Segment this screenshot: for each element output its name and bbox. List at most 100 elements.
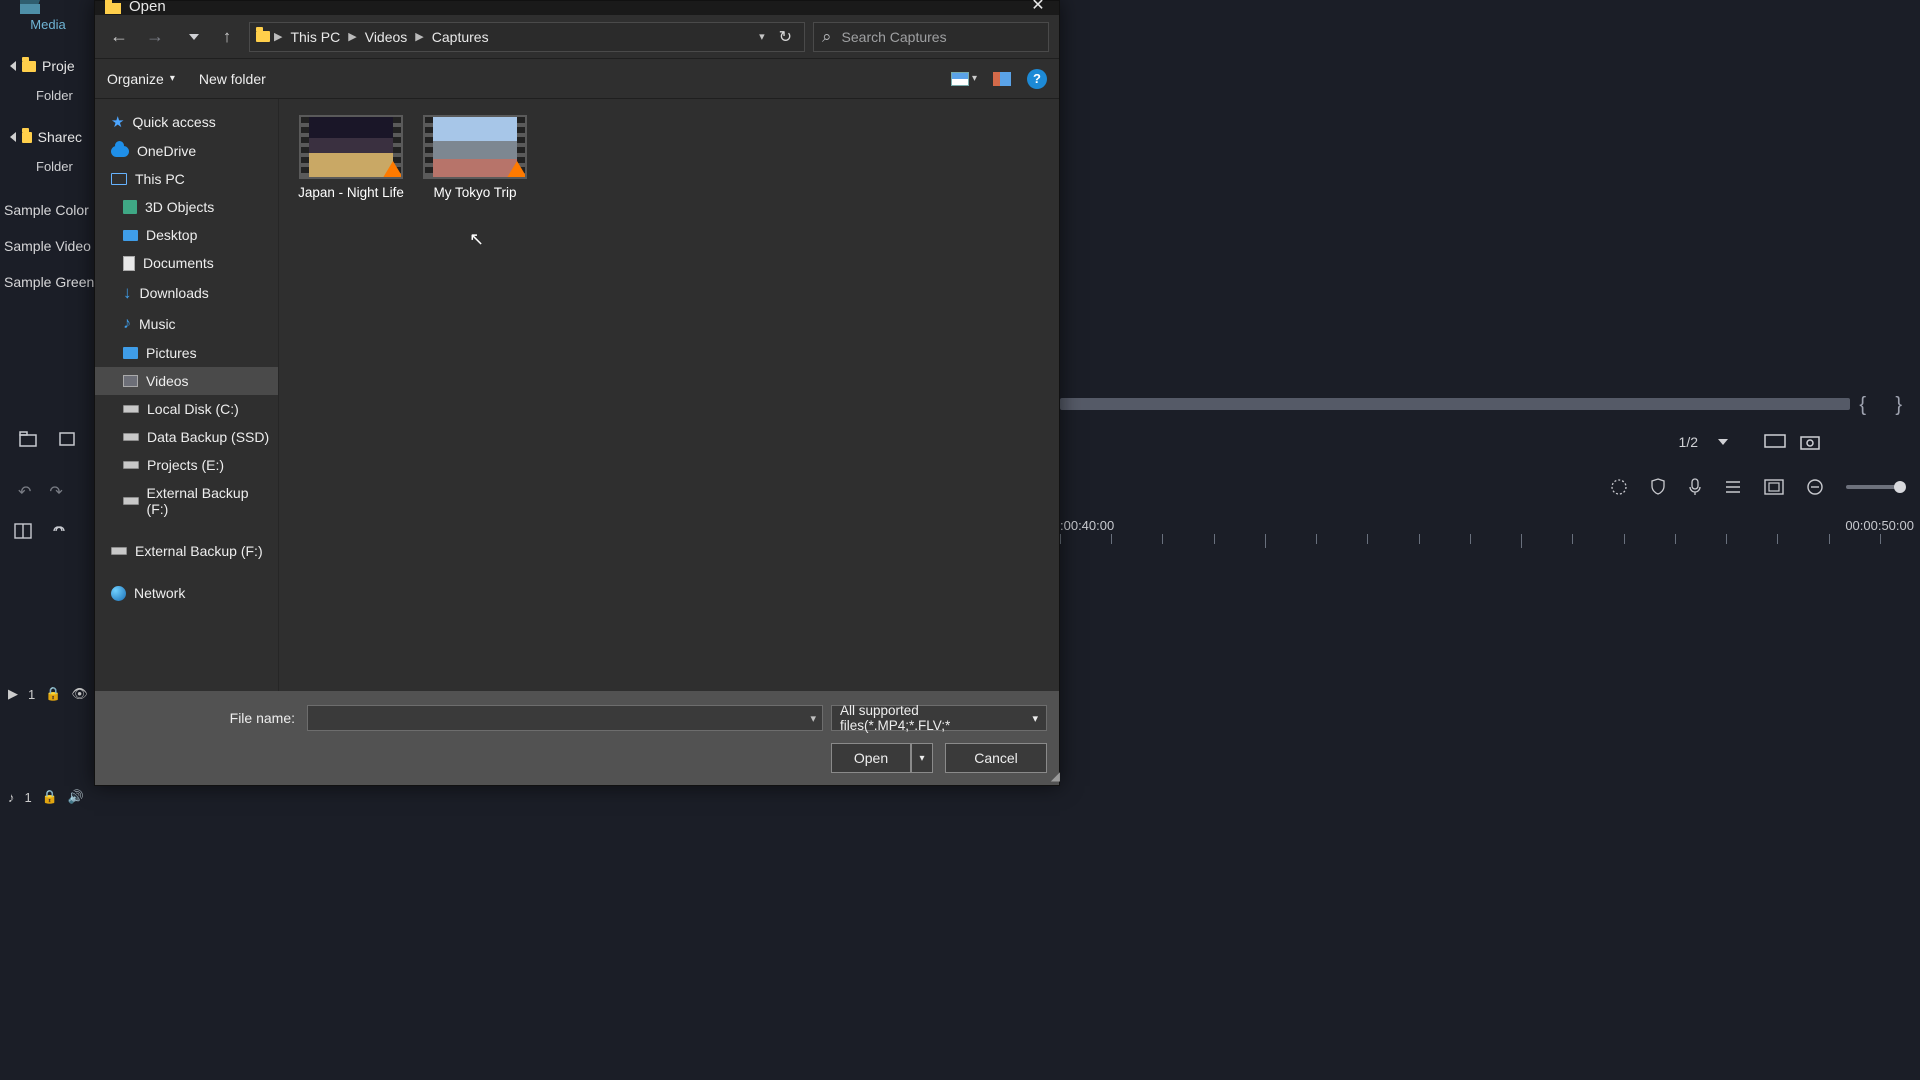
file-item[interactable]: Japan - Night Life (295, 115, 407, 202)
back-button[interactable] (105, 23, 133, 51)
breadcrumb-this-pc[interactable]: This PC (286, 27, 344, 47)
breadcrumb-label: Captures (432, 29, 489, 45)
sample-colors[interactable]: Sample Color (0, 192, 92, 228)
organize-button[interactable]: Organize ▾ (107, 71, 175, 87)
shield-icon[interactable] (1650, 478, 1666, 496)
up-button[interactable] (213, 23, 241, 51)
sample-videos[interactable]: Sample Video (0, 228, 92, 264)
tree-projects-e[interactable]: Projects (E:) (95, 451, 278, 479)
file-name: My Tokyo Trip (433, 185, 516, 202)
new-folder-label: New folder (199, 71, 266, 87)
refresh-button[interactable] (773, 27, 798, 47)
history-row: ↶ ↷ (18, 482, 63, 502)
zoom-out-icon[interactable] (1806, 478, 1824, 496)
tree-music[interactable]: ♪Music (95, 309, 278, 339)
zoom-slider[interactable] (1846, 485, 1902, 489)
undo-icon[interactable]: ↶ (18, 482, 31, 502)
address-bar[interactable]: ▶ This PC ▶ Videos ▶ Captures ▾ (249, 22, 805, 52)
file-type-filter[interactable]: All supported files(*.MP4;*.FLV;* ▾ (831, 705, 1047, 731)
tree-videos[interactable]: Videos (95, 367, 278, 395)
view-icons-icon (951, 72, 969, 86)
breadcrumb-captures[interactable]: Captures (428, 27, 493, 47)
tree-network[interactable]: Network (95, 579, 278, 607)
tree-pictures[interactable]: Pictures (95, 339, 278, 367)
visibility-icon[interactable]: 👁 (71, 686, 88, 702)
open-split-button[interactable]: ▾ (911, 743, 933, 773)
close-button[interactable]: ✕ (1019, 0, 1057, 15)
tree-external-f[interactable]: External Backup (F:) (95, 479, 278, 523)
mark-out-icon[interactable]: } (1895, 394, 1902, 417)
timecode-40: :00:40:00 (1060, 518, 1114, 533)
breadcrumb-videos[interactable]: Videos (361, 27, 412, 47)
mute-icon[interactable]: 🔊 (68, 789, 84, 805)
audio-track-header[interactable]: ♪ 1 🔒 🔊 (8, 789, 84, 805)
link-icon[interactable] (50, 523, 68, 539)
tree-external-f-2[interactable]: External Backup (F:) (95, 537, 278, 565)
help-button[interactable]: ? (1027, 69, 1047, 89)
pager-dropdown-icon[interactable] (1718, 439, 1728, 445)
tree-local-disk-c[interactable]: Local Disk (C:) (95, 395, 278, 423)
file-list[interactable]: Japan - Night Life My Tokyo Trip ↖ (279, 99, 1059, 691)
preview-scrubber[interactable] (1060, 398, 1850, 410)
tree-quick-access[interactable]: ★ Quick access (95, 107, 278, 137)
drive-icon (111, 547, 127, 555)
tree-3d-objects[interactable]: 3D Objects (95, 193, 278, 221)
network-icon (111, 586, 126, 601)
open-button[interactable]: Open (831, 743, 911, 773)
chevron-down-icon[interactable]: ▾ (810, 712, 816, 725)
address-dropdown[interactable]: ▾ (755, 30, 769, 43)
sidebar-item-shared[interactable]: Sharec (0, 121, 92, 153)
file-item[interactable]: My Tokyo Trip (419, 115, 531, 202)
media-tab[interactable]: Media (20, 0, 76, 36)
pictures-icon (123, 347, 138, 359)
sample-green[interactable]: Sample Green (0, 264, 92, 300)
search-input[interactable]: Search Captures (813, 22, 1049, 52)
color-wheel-icon[interactable] (1610, 478, 1628, 496)
tree-label: OneDrive (137, 143, 196, 159)
frame-icon[interactable] (1764, 479, 1784, 495)
view-mode-button[interactable]: ▾ (951, 72, 977, 86)
collapse-icon (10, 61, 16, 71)
tree-label: Videos (146, 373, 189, 389)
file-name-input[interactable]: ▾ (307, 705, 823, 731)
list-icon[interactable] (1724, 479, 1742, 495)
tree-documents[interactable]: Documents (95, 249, 278, 277)
tree-downloads[interactable]: ↓Downloads (95, 277, 278, 309)
preview-pane-button[interactable] (993, 72, 1011, 86)
breadcrumb-separator-icon: ▶ (415, 30, 423, 43)
redo-icon[interactable]: ↷ (49, 482, 62, 502)
resize-grip-icon[interactable]: ◢ (1051, 769, 1057, 783)
forward-button[interactable] (141, 23, 169, 51)
new-folder-button[interactable]: New folder (199, 71, 266, 87)
tree-data-backup[interactable]: Data Backup (SSD) (95, 423, 278, 451)
tree-desktop[interactable]: Desktop (95, 221, 278, 249)
cancel-button[interactable]: Cancel (945, 743, 1047, 773)
video-track-header[interactable]: ▶ 1 🔒 👁 (8, 686, 88, 702)
dialog-footer: File name: ▾ All supported files(*.MP4;*… (95, 691, 1059, 785)
import-icon[interactable] (58, 430, 80, 448)
tree-label: External Backup (F:) (147, 485, 270, 517)
mic-icon[interactable] (1688, 478, 1702, 496)
dialog-titlebar: Open ✕ (95, 1, 1059, 15)
tree-this-pc[interactable]: This PC (95, 165, 278, 193)
timeline-ruler-labels: :00:40:00 00:00:50:00 (1060, 518, 1914, 533)
layout-icon[interactable] (14, 523, 32, 539)
sidebar-item-project[interactable]: Proje (0, 50, 92, 82)
open-label: Open (854, 750, 888, 766)
lock-icon[interactable]: 🔒 (45, 686, 61, 702)
tree-label: Data Backup (SSD) (147, 429, 269, 445)
chevron-down-icon: ▾ (170, 73, 175, 84)
drive-icon (123, 497, 139, 505)
tree-onedrive[interactable]: OneDrive (95, 137, 278, 165)
sidebar-item-type: Folder (0, 82, 92, 121)
mark-in-icon[interactable]: { (1859, 394, 1866, 417)
new-folder-icon[interactable] (18, 430, 40, 448)
arrow-up-icon (223, 27, 232, 47)
vlc-badge-icon (381, 161, 403, 179)
recent-locations-button[interactable] (177, 23, 205, 51)
dialog-icon (105, 0, 121, 14)
timecode-50: 00:00:50:00 (1845, 518, 1914, 533)
lock-icon[interactable]: 🔒 (42, 789, 58, 805)
display-toggle-icon[interactable] (1764, 434, 1786, 450)
snapshot-icon[interactable] (1800, 434, 1820, 450)
